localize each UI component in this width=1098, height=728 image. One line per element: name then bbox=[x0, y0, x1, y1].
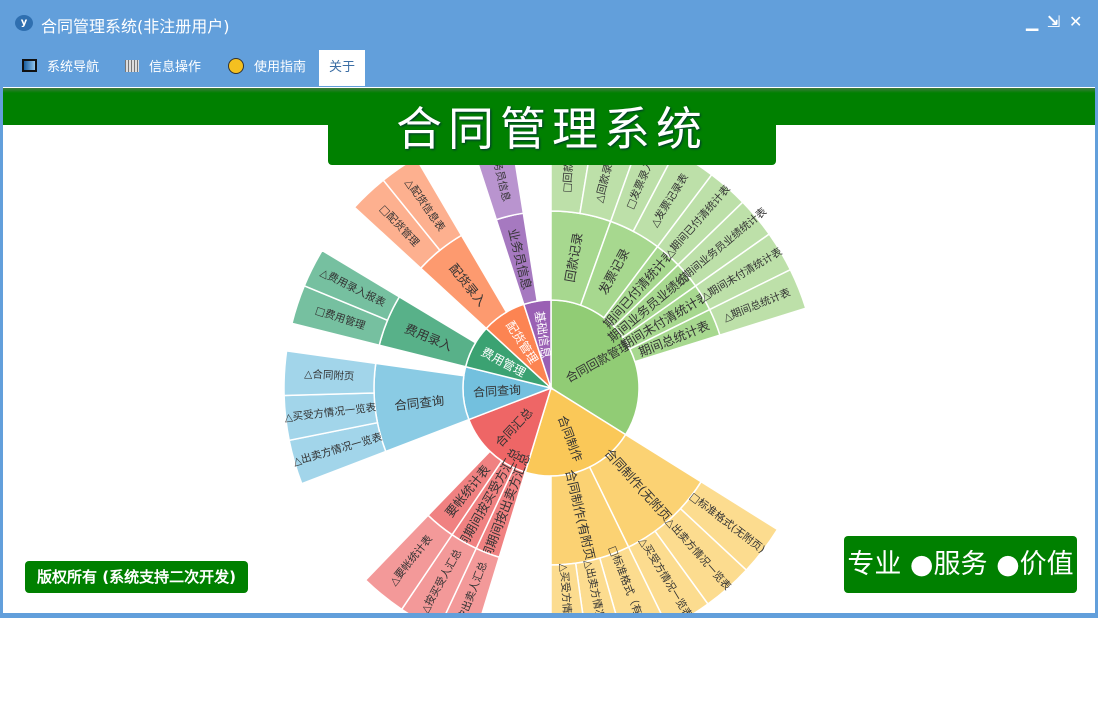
menu-label: 关于 bbox=[329, 60, 356, 75]
sunburst-chart: 合同回款管理回款记录□回款录入 △回款录入表发票记录□发票录入△发票记录表期间已付… bbox=[283, 120, 807, 613]
title-bar: y 合同管理系统(非注册用户) ▁ ⇲ ✕ bbox=[0, 0, 1098, 48]
menu-label: 信息操作 bbox=[149, 60, 202, 75]
monitor-icon bbox=[22, 59, 37, 72]
app-window: y 合同管理系统(非注册用户) ▁ ⇲ ✕ 系统导航 信息操作 使用指南 关于 … bbox=[0, 0, 1098, 618]
close-button[interactable]: ✕ bbox=[1069, 12, 1082, 31]
menu-system-nav[interactable]: 系统导航 bbox=[22, 50, 99, 86]
menu-about[interactable]: 关于 bbox=[319, 50, 366, 86]
menu-user-guide[interactable]: 使用指南 bbox=[228, 50, 306, 86]
menu-info-ops[interactable]: 信息操作 bbox=[125, 50, 201, 86]
copyright-badge: 版权所有 (系统支持二次开发) bbox=[25, 561, 248, 593]
menu-label: 系统导航 bbox=[47, 60, 100, 75]
help-icon bbox=[228, 58, 244, 74]
minimize-button[interactable]: ▁ bbox=[1026, 12, 1038, 31]
menu-bar: 系统导航 信息操作 使用指南 关于 bbox=[0, 50, 1098, 86]
restore-button[interactable]: ⇲ bbox=[1047, 12, 1060, 31]
grid-icon bbox=[125, 60, 139, 72]
menu-label: 使用指南 bbox=[254, 60, 307, 75]
window-frame-bottom bbox=[0, 613, 1098, 618]
app-logo-icon: y bbox=[15, 15, 33, 31]
slogan-badge: 专业 ●服务 ●价值 bbox=[844, 536, 1077, 593]
main-content: 合同回款管理 回款记录 □回款录入 △回款录入表 发票记录 □发票录入 △发票记录表 期间已付… bbox=[3, 87, 1095, 614]
window-title: 合同管理系统(非注册用户) bbox=[41, 17, 230, 36]
sunburst-label: 合同查询 bbox=[473, 382, 522, 400]
banner-title: 合同管理系统 bbox=[328, 95, 776, 165]
